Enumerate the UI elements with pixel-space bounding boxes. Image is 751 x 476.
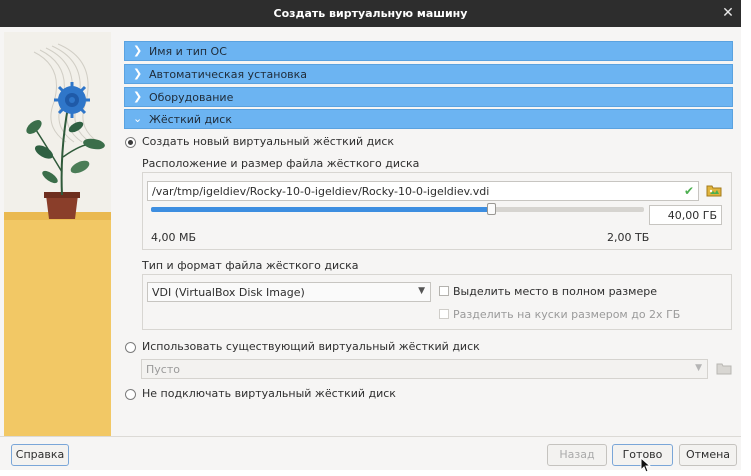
size-slider-fill xyxy=(151,207,491,212)
dropdown-arrow-icon: ▼ xyxy=(695,363,702,373)
use-existing-disk-label[interactable]: Использовать существующий виртуальный жё… xyxy=(142,340,480,353)
window-title: Создать виртуальную машину xyxy=(273,7,468,20)
wizard-illustration xyxy=(4,32,111,436)
use-existing-disk-radio[interactable] xyxy=(125,342,136,353)
section-hardware[interactable]: ❯ Оборудование xyxy=(124,87,733,107)
disk-format-value: VDI (VirtualBox Disk Image) xyxy=(152,286,305,299)
section-name-os-type[interactable]: ❯ Имя и тип ОС xyxy=(124,41,733,61)
location-group-label: Расположение и размер файла жёсткого дис… xyxy=(142,157,420,170)
mouse-cursor-icon xyxy=(640,456,652,473)
section-unattended-install[interactable]: ❯ Автоматическая установка xyxy=(124,64,733,84)
slider-max-label: 2,00 ТБ xyxy=(607,231,650,244)
footer-divider xyxy=(0,436,741,437)
background-window-edge xyxy=(741,0,751,475)
section-label: Имя и тип ОС xyxy=(149,45,227,58)
disk-size-value: 40,00 ГБ xyxy=(667,209,717,222)
section-label: Оборудование xyxy=(149,91,234,104)
chevron-down-icon: ⌄ xyxy=(133,112,143,125)
preallocate-checkbox[interactable] xyxy=(439,286,449,296)
size-slider-handle[interactable] xyxy=(487,203,496,215)
dropdown-arrow-icon: ▼ xyxy=(418,286,425,296)
chevron-right-icon: ❯ xyxy=(133,67,143,80)
chevron-right-icon: ❯ xyxy=(133,44,143,57)
preallocate-label[interactable]: Выделить место в полном размере xyxy=(453,285,657,298)
folder-browse-icon[interactable] xyxy=(705,181,723,199)
section-label: Жёсткий диск xyxy=(149,113,232,126)
disk-format-select[interactable]: VDI (VirtualBox Disk Image) ▼ xyxy=(147,282,431,302)
slider-min-label: 4,00 МБ xyxy=(151,231,197,244)
existing-disk-select: Пусто ▼ xyxy=(141,359,708,379)
section-label: Автоматическая установка xyxy=(149,68,308,81)
close-icon[interactable]: ✕ xyxy=(718,3,738,23)
type-group-label: Тип и формат файла жёсткого диска xyxy=(142,259,359,272)
no-disk-radio[interactable] xyxy=(125,389,136,400)
split-label: Разделить на куски размером до 2х ГБ xyxy=(453,308,681,321)
split-checkbox xyxy=(439,309,449,319)
disk-path-field[interactable]: /var/tmp/igeldiev/Rocky-10-0-igeldiev/Ro… xyxy=(147,181,699,201)
existing-folder-icon xyxy=(716,360,732,376)
cancel-button[interactable]: Отмена xyxy=(679,444,737,466)
help-button[interactable]: Справка xyxy=(11,444,69,466)
create-new-disk-label[interactable]: Создать новый виртуальный жёсткий диск xyxy=(142,135,394,148)
disk-size-field[interactable]: 40,00 ГБ xyxy=(649,205,722,225)
existing-disk-value: Пусто xyxy=(146,363,180,376)
create-new-disk-radio[interactable] xyxy=(125,137,136,148)
valid-check-icon: ✔ xyxy=(684,184,695,198)
no-disk-label[interactable]: Не подключать виртуальный жёсткий диск xyxy=(142,387,396,400)
section-hard-disk[interactable]: ⌄ Жёсткий диск xyxy=(124,109,733,129)
back-button: Назад xyxy=(547,444,607,466)
chevron-right-icon: ❯ xyxy=(133,90,143,103)
disk-path-value: /var/tmp/igeldiev/Rocky-10-0-igeldiev/Ro… xyxy=(152,185,490,198)
